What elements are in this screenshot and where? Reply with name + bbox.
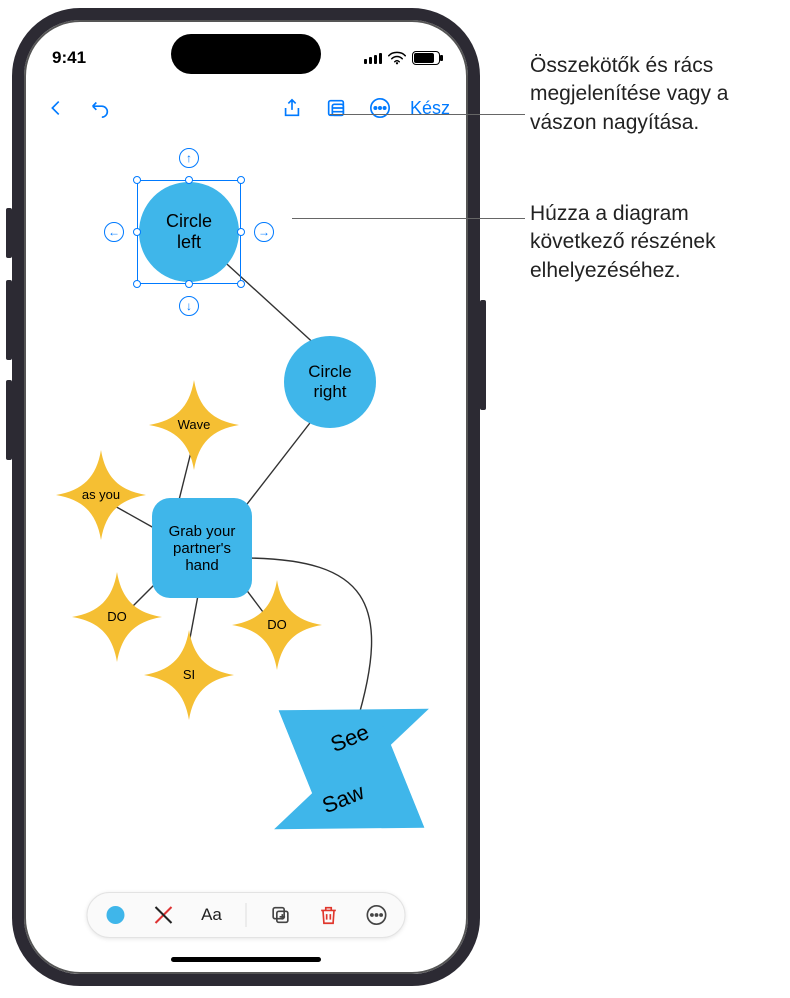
fill-color-button[interactable] [102, 901, 130, 929]
duplicate-button[interactable] [267, 901, 295, 929]
side-button [6, 380, 12, 460]
toolbar-separator [246, 903, 247, 927]
status-time: 9:41 [52, 48, 86, 68]
shape-label: DO [107, 610, 127, 624]
shape-star-as-you[interactable]: as you [56, 450, 146, 540]
phone-frame: 9:41 Kész [12, 8, 480, 986]
callout-leader [330, 114, 525, 115]
canvas-options-button[interactable] [318, 90, 354, 126]
side-button [6, 280, 12, 360]
shape-label: Circle right [297, 362, 363, 402]
callout-drag-handle: Húzza a diagram következő részének elhel… [530, 200, 782, 285]
battery-icon [412, 51, 440, 65]
shape-label: Grab your partner's hand [160, 523, 244, 574]
wifi-icon [388, 51, 406, 65]
connector-handle-bottom[interactable]: ↓ [179, 296, 199, 316]
shape-star-si[interactable]: SI [144, 630, 234, 720]
connector-handle-left[interactable]: ← [104, 222, 124, 242]
shape-label: SI [183, 668, 195, 682]
callout-canvas-options: Összekötők és rács megjelenítése vagy a … [530, 52, 782, 137]
text-tool-button[interactable]: Aa [198, 901, 226, 929]
done-button[interactable]: Kész [406, 98, 454, 119]
shape-rounded-square[interactable]: Grab your partner's hand [152, 498, 252, 598]
shape-label: as you [82, 488, 120, 502]
share-button[interactable] [274, 90, 310, 126]
side-button [6, 208, 12, 258]
diagram-canvas[interactable]: Circle left ↑ ↓ ← → Circle right Wave as… [24, 130, 468, 894]
status-bar: 9:41 [24, 38, 468, 78]
shape-star-wave[interactable]: Wave [149, 380, 239, 470]
home-indicator [171, 957, 321, 962]
shape-label: Wave [178, 418, 211, 432]
side-button [480, 300, 486, 410]
top-toolbar: Kész [24, 86, 468, 130]
status-icons [364, 51, 440, 65]
bottom-toolbar: Aa [87, 892, 406, 938]
connector-handle-right[interactable]: → [254, 222, 274, 242]
stroke-style-button[interactable] [150, 901, 178, 929]
undo-button[interactable] [82, 90, 118, 126]
shape-label: DO [267, 618, 287, 632]
connector-handle-top[interactable]: ↑ [179, 148, 199, 168]
shape-circle-right[interactable]: Circle right [284, 336, 376, 428]
more-options-button[interactable] [363, 901, 391, 929]
more-button[interactable] [362, 90, 398, 126]
selection-box [137, 180, 241, 284]
delete-button[interactable] [315, 901, 343, 929]
cellular-icon [364, 52, 382, 64]
back-button[interactable] [38, 90, 74, 126]
callout-leader [292, 218, 525, 219]
